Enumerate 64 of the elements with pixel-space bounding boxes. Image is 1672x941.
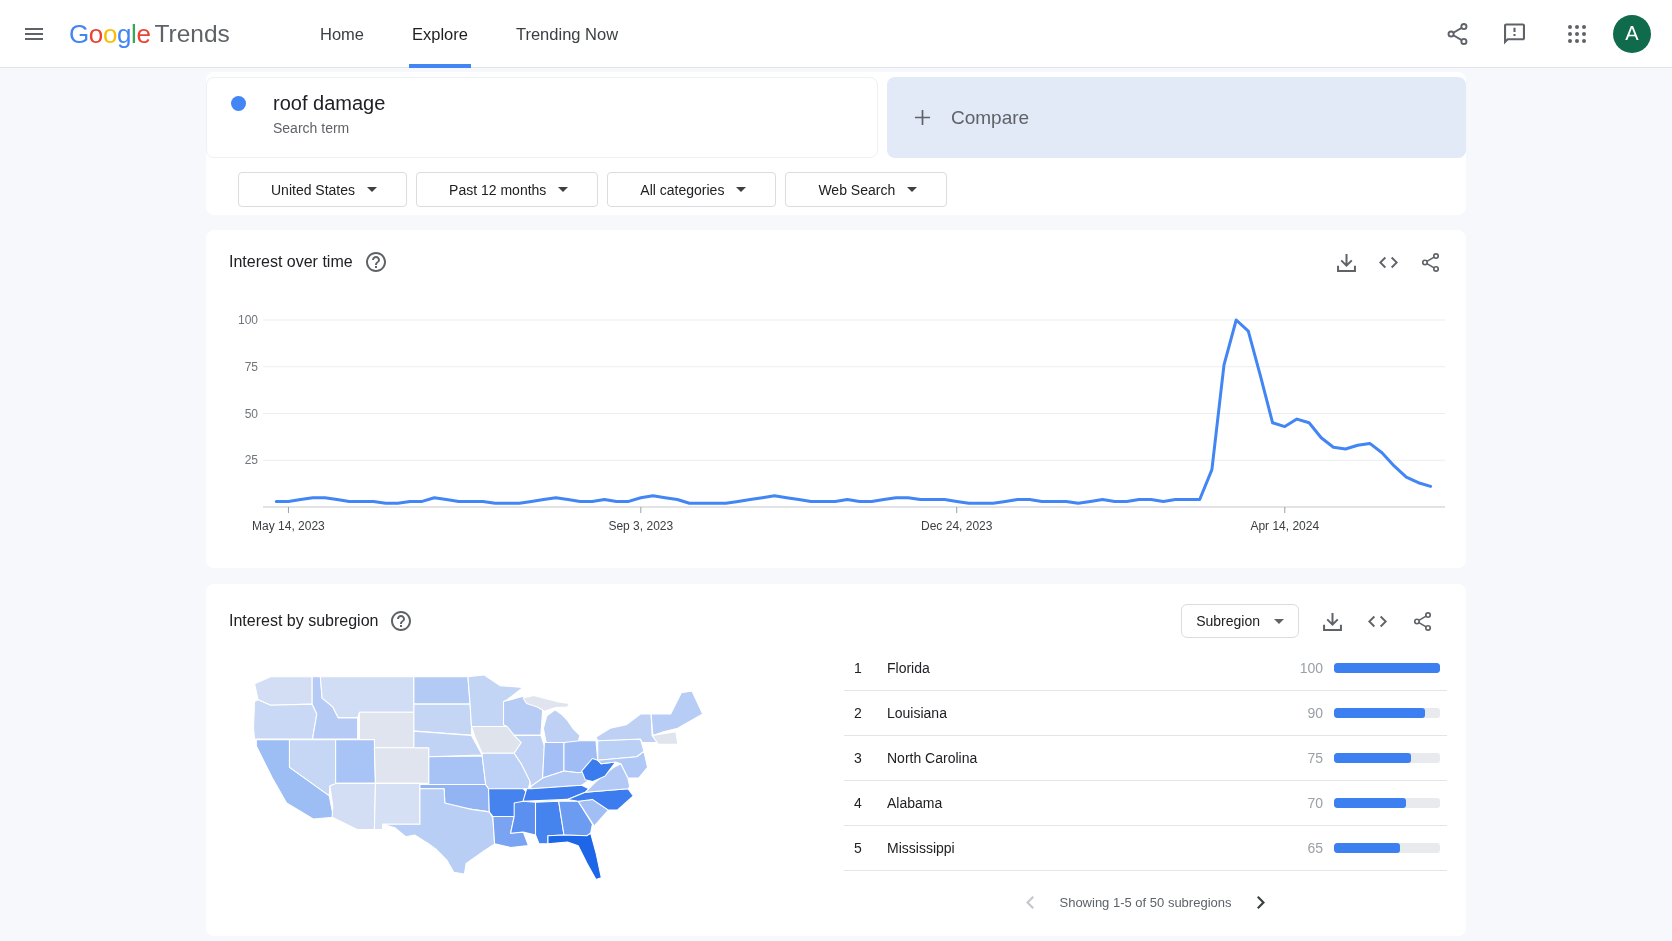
help-icon[interactable] [391, 611, 412, 631]
download-icon [1336, 252, 1356, 272]
caret-down-icon [907, 187, 918, 192]
x-axis-label: May 14, 2023 [252, 519, 325, 533]
apps-icon [1568, 24, 1586, 43]
rank-number: 2 [854, 705, 863, 721]
interest-value: 90 [1307, 705, 1323, 721]
filter-dropdown[interactable]: Web Search [785, 172, 948, 207]
chevron-right-icon [1256, 895, 1265, 909]
x-axis-label: Dec 24, 2023 [921, 519, 993, 533]
plus-icon [914, 109, 931, 126]
x-axis-label: Sep 3, 2023 [608, 519, 674, 533]
share-icon [1420, 252, 1440, 272]
y-axis-label: 50 [244, 406, 258, 421]
subregion-name: Mississippi [887, 840, 956, 856]
subregion-row[interactable]: 5 Mississippi 65 [844, 826, 1447, 871]
rank-number: 3 [854, 750, 863, 766]
subregion-row[interactable]: 3 North Carolina 75 [844, 736, 1447, 781]
account-avatar[interactable]: A [1613, 14, 1651, 53]
subregion-name: North Carolina [887, 750, 979, 766]
search-term-panel[interactable]: roof damage Search term [206, 77, 878, 158]
caret-down-icon [367, 187, 378, 192]
subregion-row[interactable]: 4 Alabama 70 [844, 781, 1447, 826]
filter-dropdown[interactable]: United States [238, 172, 408, 207]
interest-value: 65 [1307, 840, 1323, 856]
share-icon [1412, 611, 1432, 631]
interest-value: 70 [1307, 795, 1323, 811]
caret-down-icon [558, 187, 569, 192]
interest-value: 75 [1307, 750, 1323, 766]
search-term: roof damage [273, 91, 386, 115]
logo-wordmark[interactable]: Google [69, 18, 151, 49]
interest-value: 100 [1299, 660, 1323, 676]
subregion-name: Florida [887, 660, 931, 676]
search-term-subtitle: Search term [273, 119, 351, 138]
subregion-row[interactable]: 1 Florida 100 [844, 646, 1447, 691]
download-icon [1322, 611, 1342, 631]
caret-down-icon [736, 187, 747, 192]
caret-down-icon [1274, 618, 1284, 624]
card-title: Interest by subregion [229, 612, 379, 630]
logo-product-name[interactable]: Trends [154, 18, 230, 49]
pagination-text: Showing 1-5 of 50 subregions [1059, 894, 1232, 910]
y-axis-label: 100 [237, 313, 258, 327]
compare-button[interactable]: Compare [887, 77, 1466, 158]
rank-number: 5 [854, 840, 863, 856]
nav-tab[interactable]: Trending Now [512, 0, 622, 68]
y-axis-label: 25 [244, 453, 258, 468]
rank-number: 4 [854, 795, 863, 811]
resolution-dropdown[interactable]: Subregion [1181, 604, 1299, 638]
filter-dropdown[interactable]: Past 12 months [416, 172, 599, 207]
x-axis-label: Apr 14, 2024 [1250, 519, 1320, 533]
subregion-name: Louisiana [887, 705, 948, 721]
subregion-name: Alabama [887, 795, 944, 811]
chevron-left-icon [1026, 895, 1035, 909]
nav-tab[interactable]: Home [317, 0, 367, 68]
nav-tab[interactable]: Explore [409, 0, 471, 68]
share-icon [1446, 22, 1468, 45]
feedback-icon [1503, 22, 1525, 45]
help-icon[interactable] [365, 252, 386, 272]
y-axis-label: 75 [244, 359, 258, 374]
card-title: Interest over time [229, 253, 353, 271]
rank-number: 1 [854, 660, 863, 676]
menu-icon [25, 27, 43, 40]
filter-dropdown[interactable]: All categories [607, 172, 777, 207]
subregion-row[interactable]: 2 Louisiana 90 [844, 691, 1447, 736]
